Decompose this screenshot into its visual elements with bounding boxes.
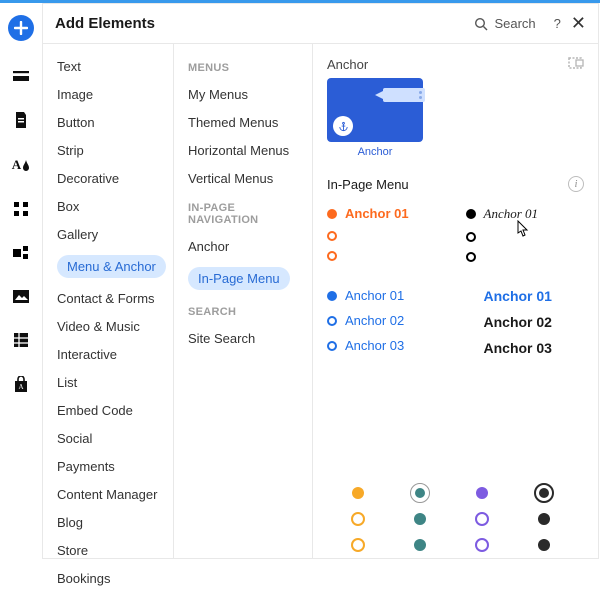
sub-item[interactable]: Anchor: [174, 232, 312, 260]
search-button[interactable]: Search: [474, 16, 535, 31]
dot-style[interactable]: [513, 506, 575, 532]
category-item[interactable]: Interactive: [43, 340, 173, 368]
dot-style[interactable]: [513, 532, 575, 558]
info-icon[interactable]: i: [568, 176, 584, 192]
search-label: Search: [494, 16, 535, 31]
category-item[interactable]: Blog: [43, 508, 173, 536]
category-item[interactable]: Strip: [43, 136, 173, 164]
anchor-icon: [333, 116, 353, 136]
rail-section-icon[interactable]: [12, 69, 30, 83]
sub-heading-menus: MENUS: [174, 52, 312, 80]
rail-design-icon[interactable]: A: [12, 157, 30, 173]
panel-header: Add Elements Search ? ✕: [43, 4, 598, 44]
sub-heading-search: SEARCH: [174, 296, 312, 324]
sub-item[interactable]: Site Search: [174, 324, 312, 352]
cursor-icon: [514, 220, 530, 238]
category-item[interactable]: Decorative: [43, 164, 173, 192]
rail-page-icon[interactable]: [13, 111, 29, 129]
dot-style[interactable]: [389, 480, 451, 506]
inpage-menu-style-1[interactable]: Anchor 01: [327, 206, 446, 262]
panel-title: Add Elements: [55, 15, 155, 32]
sub-item[interactable]: My Menus: [174, 80, 312, 108]
anchor-caption: Anchor: [327, 146, 423, 158]
search-icon: [474, 17, 488, 31]
add-elements-button[interactable]: [8, 15, 34, 41]
category-item[interactable]: Text: [43, 52, 173, 80]
category-item[interactable]: Payments: [43, 452, 173, 480]
rail-addons-icon[interactable]: [12, 245, 30, 261]
popout-icon[interactable]: [568, 56, 584, 72]
add-elements-panel: Add Elements Search ? ✕ Text Image Butto…: [42, 3, 599, 559]
sub-item[interactable]: Themed Menus: [174, 108, 312, 136]
dot-style[interactable]: [389, 532, 451, 558]
dot-style[interactable]: [389, 506, 451, 532]
anchor-element-preview[interactable]: Anchor: [327, 78, 423, 158]
category-item[interactable]: Video & Music: [43, 312, 173, 340]
rail-apps-icon[interactable]: [13, 201, 29, 217]
svg-text:A: A: [18, 383, 23, 391]
category-item[interactable]: Embed Code: [43, 396, 173, 424]
category-item-selected[interactable]: Menu & Anchor: [43, 248, 173, 284]
sub-item-selected[interactable]: In-Page Menu: [174, 260, 312, 296]
dot-style[interactable]: [327, 532, 389, 558]
dot-style[interactable]: [451, 532, 513, 558]
section-inpage-label: In-Page Menu: [327, 177, 409, 192]
help-button[interactable]: ?: [554, 16, 561, 31]
category-item[interactable]: Box: [43, 192, 173, 220]
preview-pane: Anchor Anchor In-Page Menu i: [313, 44, 598, 558]
dot-style[interactable]: [451, 480, 513, 506]
category-item[interactable]: Content Manager: [43, 480, 173, 508]
category-item[interactable]: Bookings: [43, 564, 173, 592]
dot-style[interactable]: [327, 480, 389, 506]
close-button[interactable]: ✕: [571, 13, 586, 34]
left-rail: A A: [0, 3, 42, 559]
dot-style-grid: [327, 480, 598, 558]
sub-heading-inpage: IN-PAGE NAVIGATION: [174, 192, 312, 232]
category-item[interactable]: Contact & Forms: [43, 284, 173, 312]
category-item[interactable]: Store: [43, 536, 173, 564]
sub-item[interactable]: Horizontal Menus: [174, 136, 312, 164]
inpage-menu-style-2[interactable]: Anchor 01: [466, 206, 585, 262]
sub-item[interactable]: Vertical Menus: [174, 164, 312, 192]
rail-media-icon[interactable]: [12, 289, 30, 304]
inpage-menu-style-3[interactable]: Anchor 01 Anchor 02 Anchor 03: [327, 288, 446, 356]
category-item[interactable]: Social: [43, 424, 173, 452]
dot-style[interactable]: [327, 506, 389, 532]
dot-style[interactable]: [451, 506, 513, 532]
category-list: Text Image Button Strip Decorative Box G…: [43, 44, 174, 558]
dot-style[interactable]: [513, 480, 575, 506]
category-item[interactable]: List: [43, 368, 173, 396]
category-item[interactable]: Gallery: [43, 220, 173, 248]
category-item[interactable]: Button: [43, 108, 173, 136]
subcategory-list: MENUS My Menus Themed Menus Horizontal M…: [174, 44, 313, 558]
category-item[interactable]: Image: [43, 80, 173, 108]
rail-business-icon[interactable]: A: [13, 376, 29, 393]
section-anchor-label: Anchor: [327, 57, 368, 72]
rail-data-icon[interactable]: [13, 332, 29, 348]
inpage-menu-style-4[interactable]: Anchor 01 Anchor 02 Anchor 03: [466, 288, 585, 356]
